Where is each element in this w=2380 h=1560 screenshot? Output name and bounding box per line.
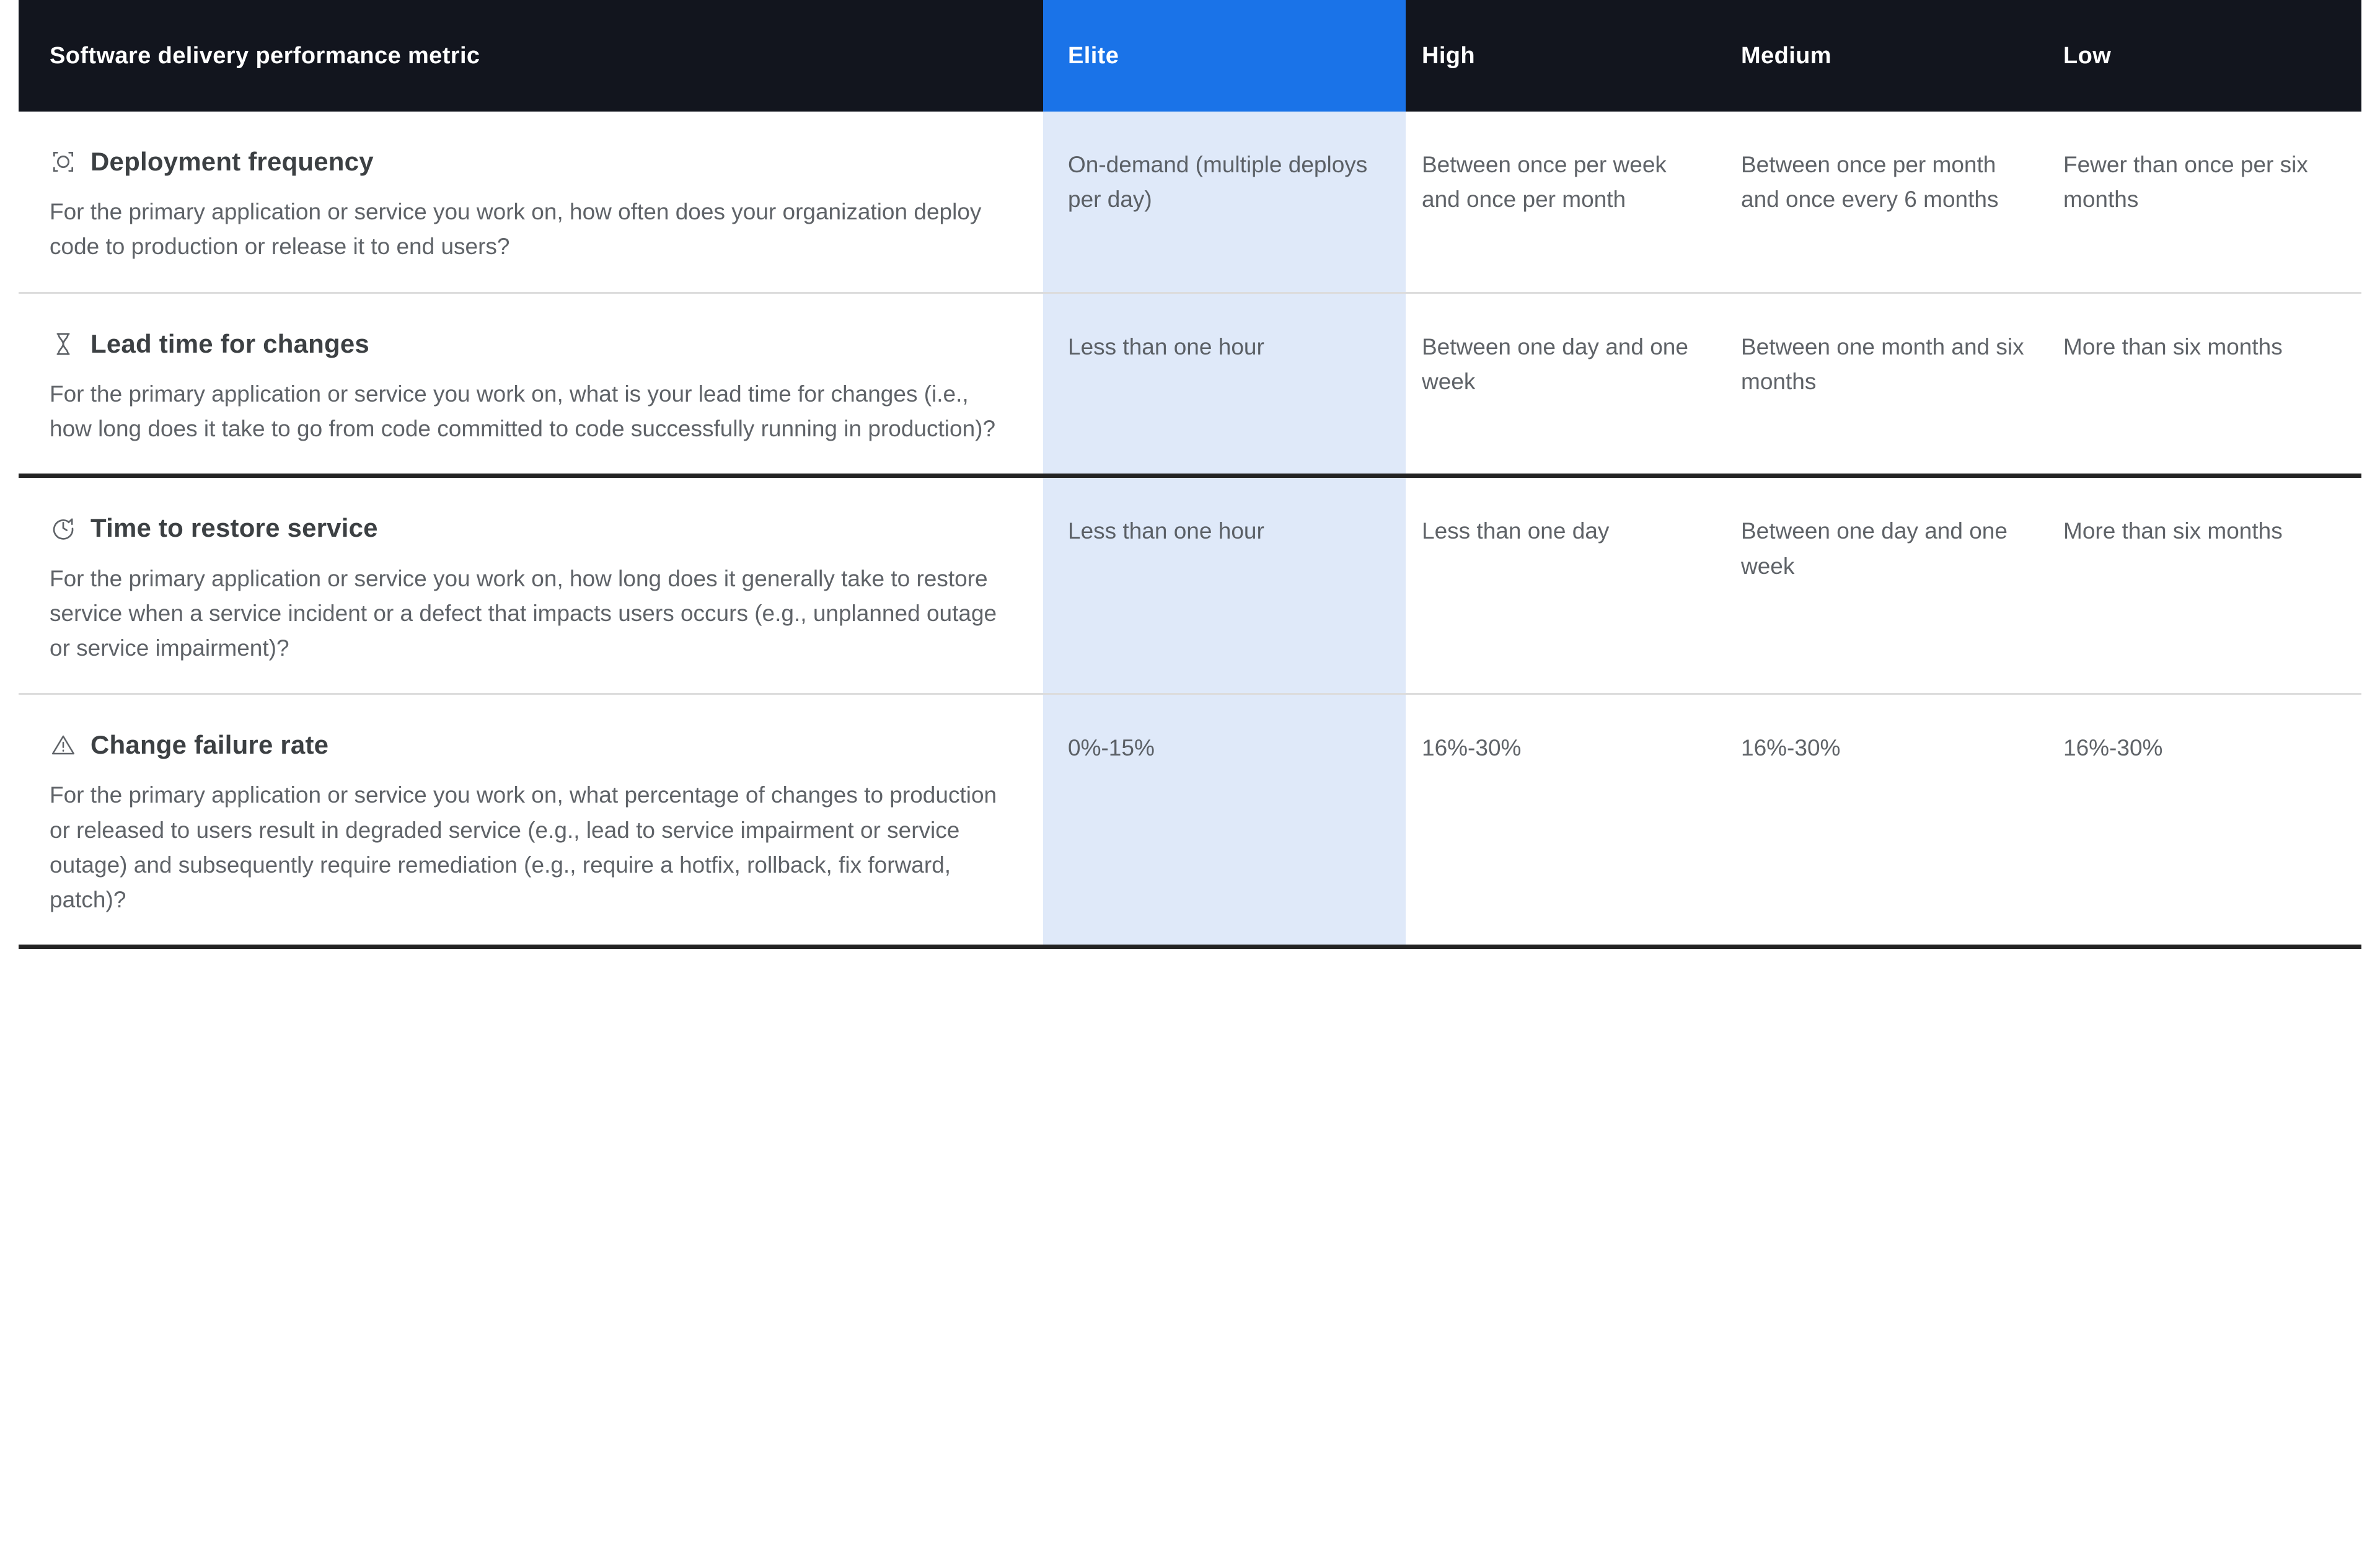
medium-value: Between once per month and once every 6 … — [1741, 152, 1999, 213]
medium-cell: 16%-30% — [1725, 694, 2047, 950]
software-delivery-performance-table: Software delivery performance metric Eli… — [19, 0, 2361, 950]
elite-cell: 0%-15% — [1043, 694, 1406, 950]
metric-description: For the primary application or service y… — [50, 199, 982, 260]
high-cell: Between once per week and once per month — [1406, 112, 1725, 294]
metric-heading: Time to restore service — [50, 514, 1016, 542]
low-cell: 16%-30% — [2047, 694, 2361, 950]
medium-cell: Between one month and six months — [1725, 293, 2047, 478]
elite-value: 0%-15% — [1068, 735, 1155, 761]
elite-value: Less than one hour — [1068, 518, 1264, 544]
metric-description: For the primary application or service y… — [50, 782, 997, 913]
table-row: Time to restore service For the primary … — [19, 475, 2361, 695]
low-value: 16%-30% — [2063, 735, 2163, 761]
metric-cell: Change failure rate For the primary appl… — [19, 694, 1043, 950]
metric-description: For the primary application or service y… — [50, 565, 997, 661]
medium-value: 16%-30% — [1741, 735, 1841, 761]
metric-title: Deployment frequency — [90, 147, 374, 176]
medium-cell: Between one day and one week — [1725, 475, 2047, 695]
low-value: More than six months — [2063, 333, 2283, 359]
elite-cell: On-demand (multiple deploys per day) — [1043, 112, 1406, 294]
column-header-low: Low — [2047, 0, 2361, 112]
metric-heading: Deployment frequency — [50, 147, 1016, 176]
high-value: Less than one day — [1422, 518, 1610, 544]
table-row: Change failure rate For the primary appl… — [19, 694, 2361, 950]
medium-cell: Between once per month and once every 6 … — [1725, 112, 2047, 294]
metric-cell: Lead time for changes For the primary ap… — [19, 293, 1043, 478]
medium-value: Between one day and one week — [1741, 518, 2008, 579]
column-header-medium: Medium — [1725, 0, 2047, 112]
metric-cell: Deployment frequency For the primary app… — [19, 112, 1043, 294]
column-header-elite: Elite — [1043, 0, 1406, 112]
elite-cell: Less than one hour — [1043, 293, 1406, 478]
low-cell: More than six months — [2047, 293, 2361, 478]
elite-value: Less than one hour — [1068, 333, 1264, 359]
high-cell: 16%-30% — [1406, 694, 1725, 950]
metric-title: Lead time for changes — [90, 328, 369, 358]
elite-cell: Less than one hour — [1043, 475, 1406, 695]
table-body: Deployment frequency For the primary app… — [19, 112, 2361, 950]
metric-heading: Lead time for changes — [50, 328, 1016, 358]
column-header-metric: Software delivery performance metric — [19, 0, 1043, 112]
table-header-row: Software delivery performance metric Eli… — [19, 0, 2361, 112]
column-header-high: High — [1406, 0, 1725, 112]
metric-description: For the primary application or service y… — [50, 381, 996, 442]
metric-cell: Time to restore service For the primary … — [19, 475, 1043, 695]
performance-metrics-table-container: Software delivery performance metric Eli… — [0, 0, 2380, 1560]
table-row: Lead time for changes For the primary ap… — [19, 293, 2361, 478]
hourglass-icon — [50, 330, 77, 358]
metric-title: Change failure rate — [90, 730, 329, 760]
elite-value: On-demand (multiple deploys per day) — [1068, 152, 1368, 213]
table-row: Deployment frequency For the primary app… — [19, 112, 2361, 294]
metric-heading: Change failure rate — [50, 731, 1016, 759]
high-value: Between one day and one week — [1422, 333, 1688, 394]
table-header: Software delivery performance metric Eli… — [19, 0, 2361, 112]
low-value: More than six months — [2063, 518, 2283, 544]
medium-value: Between one month and six months — [1741, 333, 2024, 394]
high-cell: Between one day and one week — [1406, 293, 1725, 478]
restore-clock-icon — [50, 514, 77, 542]
warning-triangle-icon — [50, 731, 77, 759]
target-icon — [50, 148, 77, 175]
low-cell: More than six months — [2047, 475, 2361, 695]
metric-title: Time to restore service — [90, 513, 378, 543]
low-value: Fewer than once per six months — [2063, 152, 2308, 213]
high-value: Between once per week and once per month — [1422, 152, 1667, 213]
low-cell: Fewer than once per six months — [2047, 112, 2361, 294]
high-cell: Less than one day — [1406, 475, 1725, 695]
high-value: 16%-30% — [1422, 735, 1522, 761]
